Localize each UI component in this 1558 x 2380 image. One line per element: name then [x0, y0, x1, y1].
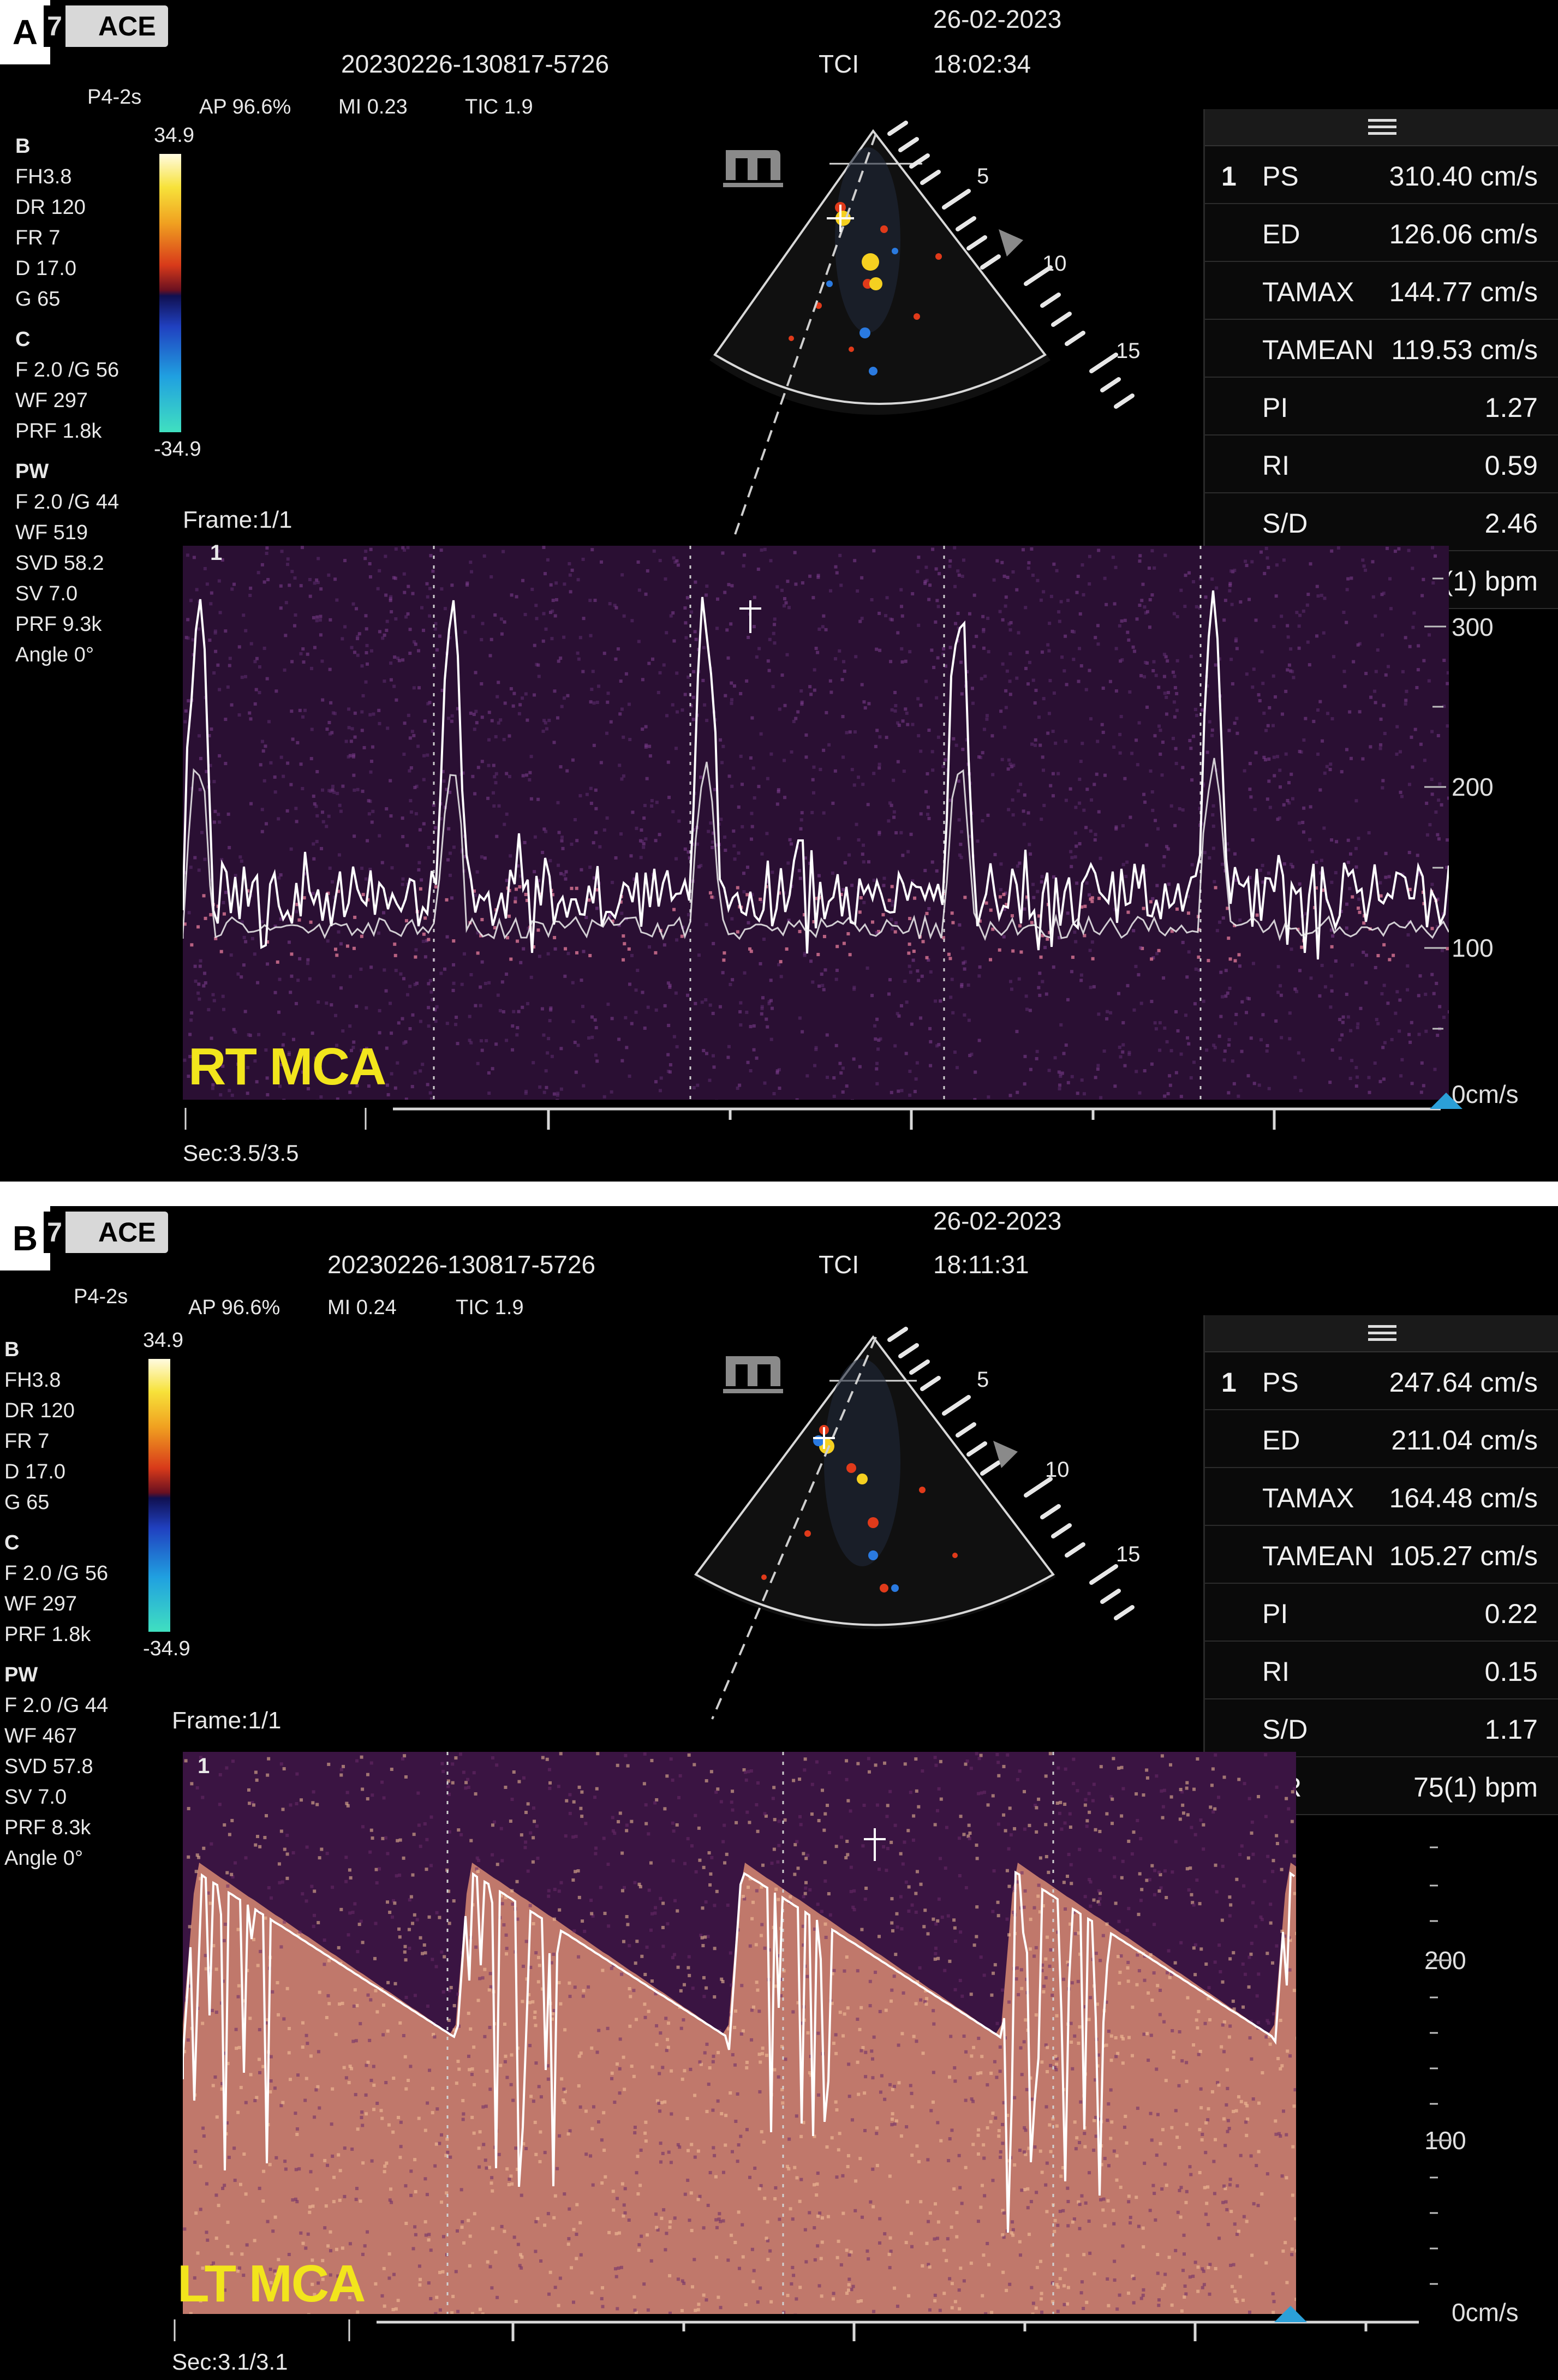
y-tick-200: 200: [1424, 1946, 1466, 1975]
measurement-panel: 1 PS 247.64 cm/s ED 211.04 cm/s TAMAX 164.48…: [1203, 1315, 1558, 1815]
measurement-row-tamean: TAMEAN 105.27 cm/s: [1205, 1526, 1558, 1584]
depth-mark-10: 10: [1045, 1458, 1070, 1482]
depth-mark-5: 5: [977, 164, 989, 188]
measurement-value: 0.22: [1484, 1598, 1538, 1629]
measurement-value: 164.48 cm/s: [1389, 1483, 1538, 1513]
measurement-row-ps: 1 PS 247.64 cm/s: [1205, 1352, 1558, 1410]
measurement-value: 247.64 cm/s: [1389, 1367, 1538, 1398]
vessel-label: LT MCA: [177, 2254, 366, 2313]
measurement-value: 75(1) bpm: [1413, 1772, 1538, 1803]
y-tick-100: 100: [1452, 934, 1494, 962]
measurement-row-sd: S/D 2.46: [1205, 493, 1558, 551]
measurement-value: 2.46: [1484, 508, 1538, 539]
spectrum-speckle: [183, 546, 1452, 1103]
measurement-row-ed: ED 211.04 cm/s: [1205, 1410, 1558, 1468]
menu-icon: [1368, 1325, 1396, 1341]
depth-mark-15: 15: [1116, 1542, 1141, 1566]
measurement-label: ED: [1262, 219, 1300, 249]
measurement-value: 0.59: [1484, 450, 1538, 481]
focus-marker-icon: [999, 229, 1023, 257]
velocity-envelope: [182, 590, 1450, 960]
depth-mark-15: 15: [1116, 339, 1141, 363]
doppler-spectrum: [182, 1752, 1299, 2317]
measurement-label: TAMEAN: [1262, 1541, 1374, 1571]
sweep-seconds: Sec:3.5/3.5: [183, 1140, 299, 1166]
measurement-label: S/D: [1262, 508, 1308, 539]
vessel-label: RT MCA: [188, 1037, 386, 1096]
measurement-value: 119.53 cm/s: [1391, 335, 1538, 365]
measurement-label: TAMEAN: [1262, 335, 1374, 365]
frame-counter: Frame:1/1: [183, 506, 293, 533]
measurement-label: PS: [1262, 161, 1299, 192]
measurement-label: TAMAX: [1262, 1483, 1354, 1513]
measurement-row-ri: RI 0.59: [1205, 436, 1558, 493]
y-tick-0: 0cm/s: [1452, 2298, 1519, 2327]
measurement-row-tamax: TAMAX 144.77 cm/s: [1205, 262, 1558, 320]
measurement-label: TAMAX: [1262, 277, 1354, 307]
measurement-index: 1: [1221, 161, 1237, 192]
measurement-row-sd: S/D 1.17: [1205, 1699, 1558, 1757]
menu-button[interactable]: [1205, 1315, 1558, 1352]
measurement-value: 105.27 cm/s: [1389, 1541, 1538, 1571]
measurement-row-ri: RI 0.15: [1205, 1642, 1558, 1699]
measurement-row-ed: ED 126.06 cm/s: [1205, 204, 1558, 262]
sweep-seconds: Sec:3.1/3.1: [172, 2349, 288, 2375]
cursor-marker: 1: [198, 1754, 210, 1778]
measurement-value: 211.04 cm/s: [1391, 1425, 1538, 1456]
measurement-label: RI: [1262, 1656, 1290, 1687]
measurement-index: 1: [1221, 1367, 1237, 1398]
y-tick-0: 0cm/s: [1452, 1080, 1519, 1108]
measurement-label: ED: [1262, 1425, 1300, 1456]
measurement-row-tamax: TAMAX 164.48 cm/s: [1205, 1468, 1558, 1526]
measurement-label: PI: [1262, 1598, 1288, 1629]
measurement-value: 126.06 cm/s: [1389, 219, 1538, 249]
measurement-label: PS: [1262, 1367, 1299, 1398]
frame-counter: Frame:1/1: [172, 1707, 282, 1734]
measurement-value: 144.77 cm/s: [1389, 277, 1538, 307]
panel-b: B 7 ACE 20230226-130817-5726 TCI 26-02-2…: [0, 1206, 1558, 2380]
measurement-value: 1.27: [1484, 392, 1538, 423]
y-tick-100: 100: [1424, 2126, 1466, 2155]
y-tick-300: 300: [1452, 613, 1494, 641]
measurement-value: 0.15: [1484, 1656, 1538, 1687]
measurement-row-pi: PI 0.22: [1205, 1584, 1558, 1642]
measurement-value: 1.17: [1484, 1714, 1538, 1745]
measurement-row-ps: 1 PS 310.40 cm/s: [1205, 146, 1558, 204]
y-tick-200: 200: [1452, 773, 1494, 801]
doppler-spectrum-canvas: [182, 1752, 1299, 2317]
measurement-panel: 1 PS 310.40 cm/s ED 126.06 cm/s TAMAX 144.77…: [1203, 109, 1558, 609]
menu-button[interactable]: [1205, 109, 1558, 146]
menu-icon: [1368, 119, 1396, 135]
doppler-spectrum: [182, 546, 1452, 1103]
depth-mark-10: 10: [1042, 252, 1067, 276]
measurement-row-pi: PI 1.27: [1205, 378, 1558, 436]
depth-mark-5: 5: [977, 1368, 989, 1392]
measurement-value: 310.40 cm/s: [1389, 161, 1538, 192]
measurement-label: RI: [1262, 450, 1290, 481]
cursor-marker: 1: [210, 541, 223, 565]
doppler-spectrum-canvas: [182, 546, 1452, 1103]
measurement-label: S/D: [1262, 1714, 1308, 1745]
measurement-row-tamean: TAMEAN 119.53 cm/s: [1205, 320, 1558, 378]
measurement-label: PI: [1262, 392, 1288, 423]
panel-a: A 7 ACE 20230226-130817-5726 TCI 26-02-2…: [0, 0, 1558, 1182]
